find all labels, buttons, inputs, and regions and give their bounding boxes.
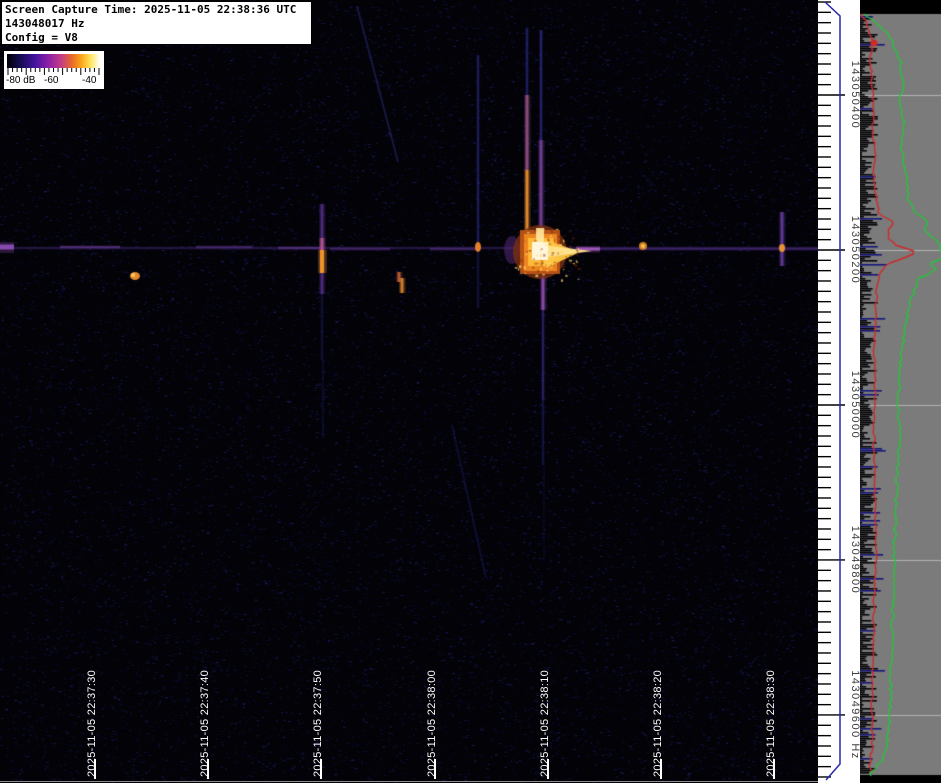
capture-time-text: Screen Capture Time: 2025-11-05 22:38:36… xyxy=(5,3,308,17)
colorbar-label-min: -80 dB xyxy=(6,75,35,86)
time-tick-label: 2025-11-05 22:38:20 xyxy=(652,670,664,777)
colorbar-gradient xyxy=(7,54,100,68)
freq-tick-label: 143050400 xyxy=(849,61,860,130)
bottom-border xyxy=(0,781,818,782)
time-tick-label: 2025-11-05 22:37:50 xyxy=(312,670,324,777)
time-tick-label: 2025-11-05 22:37:40 xyxy=(199,670,211,777)
freq-tick-label: 143050200 xyxy=(849,216,860,285)
colorbar-label-max: -40 xyxy=(82,75,96,86)
waterfall-spectrogram xyxy=(0,0,818,783)
freq-tick-label: 143050000 xyxy=(849,371,860,440)
center-frequency-text: 143048017 Hz xyxy=(5,17,308,31)
spectrum-graph-panel xyxy=(860,0,941,783)
time-tick-label: 2025-11-05 22:38:30 xyxy=(765,670,777,777)
time-tick-label: 2025-11-05 22:38:10 xyxy=(539,670,551,777)
freq-tick-label: 143049600 Hz xyxy=(849,670,860,760)
colorbar-legend: -80 dB -60 -40 xyxy=(4,51,104,89)
colorbar-label-mid: -60 xyxy=(44,75,58,86)
time-tick-label: 2025-11-05 22:37:30 xyxy=(86,670,98,777)
frequency-axis: 143050400 143050200 143050000 143049800 1430… xyxy=(818,0,860,783)
time-tick-label: 2025-11-05 22:38:00 xyxy=(426,670,438,777)
config-text: Config = V8 xyxy=(5,31,308,45)
spectrum-capture-window: 2025-11-05 22:37:30 2025-11-05 22:37:40 20… xyxy=(0,0,941,783)
freq-tick-label: 143049800 xyxy=(849,526,860,595)
capture-info-box: Screen Capture Time: 2025-11-05 22:38:36… xyxy=(1,1,312,45)
